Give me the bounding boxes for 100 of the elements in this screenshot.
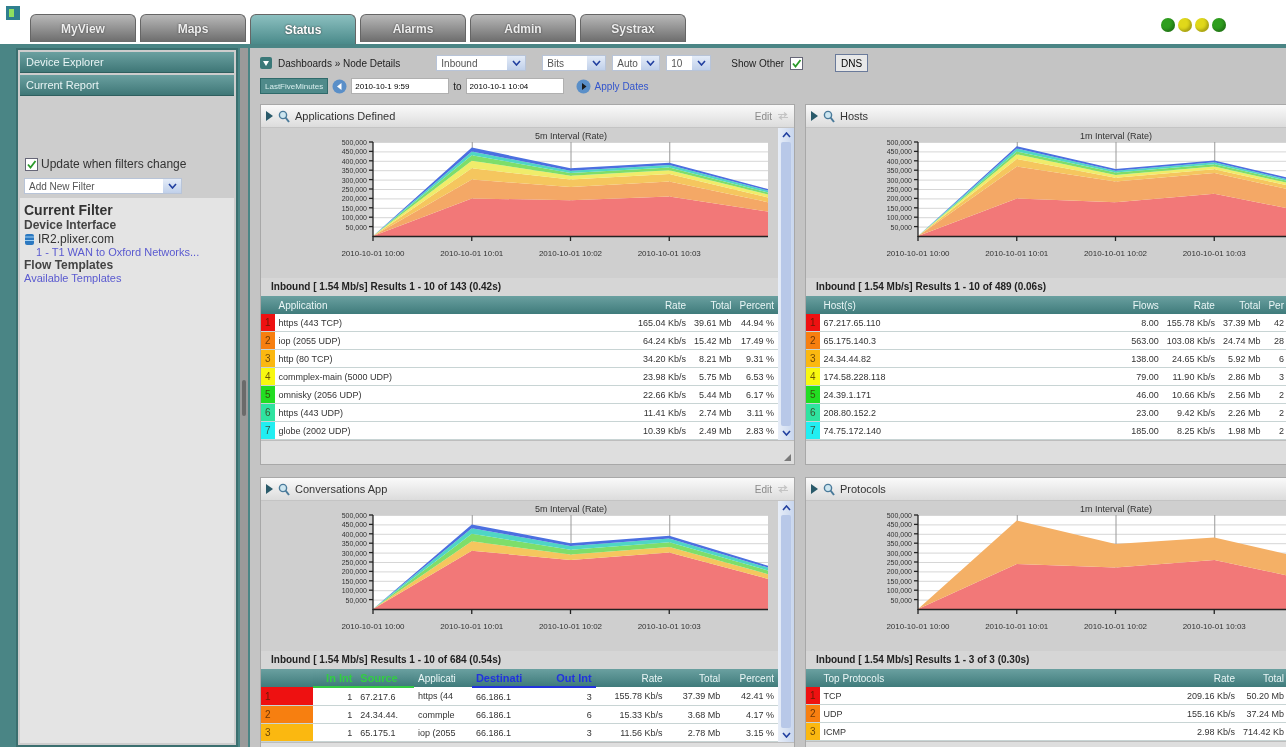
dropdown[interactable]: Inbound — [436, 55, 527, 71]
column-header[interactable]: Total — [690, 296, 736, 314]
column-header[interactable]: Per — [1264, 296, 1286, 314]
results-summary: Inbound [ 1.54 Mb/s] Results 1 - 10 of 684 (0.54s) — [270, 653, 503, 667]
table-cell: 2 — [1264, 403, 1286, 422]
axis-label: 2010-10-01 10:00 — [341, 622, 405, 631]
table-cell: commple — [413, 705, 472, 724]
table-cell: ICMP — [819, 722, 1183, 741]
templates-link[interactable]: Available Templates — [24, 272, 122, 284]
tab[interactable]: Maps — [140, 14, 246, 42]
filter-title: Current Filter — [24, 202, 114, 218]
dropdown[interactable]: Auto — [612, 55, 661, 71]
column-header[interactable]: Rate — [633, 296, 690, 314]
dropdown[interactable]: 10 — [666, 55, 712, 71]
date-field[interactable]: 2010-10-1 10:04 — [465, 78, 564, 94]
panel-title: Conversations App — [295, 483, 388, 495]
table-cell: 5.75 Mb — [690, 367, 736, 386]
table-cell: 11.90 Kb/s — [1162, 367, 1219, 386]
rank-cell: 1 — [806, 687, 820, 705]
axis-label: 2010-10-01 10:02 — [1083, 622, 1148, 631]
date-field[interactable]: 2010-10-1 9:59 — [351, 78, 450, 94]
table-cell: omnisky (2056 UDP) — [274, 385, 634, 404]
table-cell: 155.78 Kb/s — [1162, 314, 1219, 332]
table-cell: 24.65 Kb/s — [1162, 349, 1219, 368]
table-cell: 67.217.65.110 — [819, 314, 1128, 332]
tab[interactable]: Status — [250, 14, 356, 44]
rank-cell: 1 — [806, 314, 820, 332]
filter-heading: Flow Templates — [24, 258, 115, 272]
table-cell: 2.78 Mb — [666, 723, 725, 742]
column-header[interactable]: Top Protocols — [819, 669, 1183, 687]
column-header[interactable]: Out Int — [540, 669, 596, 687]
checkbox-label: Update when filters change — [41, 157, 187, 171]
column-header[interactable]: Total — [1218, 296, 1265, 314]
panel-title: Protocols — [840, 483, 886, 495]
column-header[interactable]: Source — [356, 669, 414, 687]
axis-label: 2010-10-01 10:03 — [1182, 622, 1246, 631]
table-cell: 208.80.152.2 — [819, 403, 1128, 422]
rank-cell: 1 — [261, 687, 313, 706]
table-cell: 714.42 Kb — [1238, 722, 1286, 741]
column-header[interactable]: Rate — [1182, 669, 1239, 687]
breadcrumb: Dashboards » Node Details — [278, 57, 401, 69]
tab[interactable]: Systrax — [580, 14, 686, 42]
column-header[interactable]: Application — [274, 296, 634, 314]
section-header[interactable]: Device Explorer — [20, 52, 234, 73]
table-cell: 8.21 Mb — [690, 349, 736, 368]
table-cell: 10.66 Kb/s — [1162, 385, 1219, 404]
column-header[interactable]: Percent — [724, 669, 778, 687]
edit-label[interactable]: Edit — [754, 483, 772, 495]
section-header[interactable]: Current Report — [20, 75, 234, 96]
table-cell: 6 — [540, 705, 596, 724]
column-header[interactable]: Total — [666, 669, 725, 687]
column-header[interactable]: Destinati — [471, 669, 541, 687]
column-header[interactable]: Rate — [595, 669, 667, 687]
table-cell: 8.00 — [1127, 314, 1163, 332]
filter-dropdown[interactable]: Add New Filter — [24, 178, 182, 194]
column-header[interactable]: Total — [1238, 669, 1286, 687]
table-cell: 1 — [313, 723, 357, 742]
column-header[interactable]: Percent — [735, 296, 778, 314]
table-cell: 2.26 Mb — [1218, 403, 1265, 422]
tab[interactable]: Admin — [470, 14, 576, 42]
table-cell: 165.04 Kb/s — [633, 314, 690, 332]
column-header[interactable]: In Int — [313, 669, 357, 687]
table-cell: https (443 UDP) — [274, 403, 634, 422]
table-cell: 2.49 Mb — [690, 421, 736, 440]
axis-label: 2010-10-01 10:01 — [440, 249, 504, 258]
range-button[interactable]: LastFiveMinutes — [260, 78, 329, 94]
column-header[interactable]: Host(s) — [819, 296, 1128, 314]
axis-label: 2010-10-01 10:02 — [538, 249, 603, 258]
axis-label: 2010-10-01 10:00 — [886, 249, 950, 258]
dropdown[interactable]: Bits — [542, 55, 607, 71]
table-cell: UDP — [819, 704, 1183, 723]
table-cell: 563.00 — [1127, 331, 1163, 350]
table-cell: globe (2002 UDP) — [274, 421, 634, 440]
panel-title: Applications Defined — [295, 110, 396, 122]
table-cell: 3.68 Mb — [666, 705, 725, 724]
table-cell: 22.66 Kb/s — [633, 385, 690, 404]
column-header[interactable]: Rate — [1162, 296, 1219, 314]
axis-label: 2010-10-01 10:00 — [886, 622, 950, 631]
dns-button[interactable]: DNS — [835, 54, 869, 72]
axis-label: 2010-10-01 10:03 — [637, 622, 701, 631]
tab[interactable]: MyView — [30, 14, 136, 42]
column-header[interactable]: Flows — [1127, 296, 1163, 314]
table-cell: 185.00 — [1127, 421, 1163, 440]
table-cell: 15.33 Kb/s — [595, 705, 667, 724]
table-cell: 2 — [1264, 385, 1286, 404]
table-cell: 3 — [540, 723, 596, 742]
interface-link[interactable]: 1 - T1 WAN to Oxford Networks... — [36, 246, 200, 258]
table-cell: 155.16 Kb/s — [1182, 704, 1239, 723]
axis-label: 2010-10-01 10:01 — [985, 622, 1049, 631]
filter-heading: Device Interface — [24, 218, 118, 232]
tab[interactable]: Alarms — [360, 14, 466, 42]
axis-label: 2010-10-01 10:01 — [985, 249, 1049, 258]
apply-link[interactable]: Apply Dates — [594, 80, 649, 92]
table-cell: 46.00 — [1127, 385, 1163, 404]
column-header[interactable]: Applicati — [413, 669, 472, 687]
device-name: IR2.plixer.com — [38, 232, 115, 246]
panel-title: Hosts — [840, 110, 869, 122]
table-cell: http (80 TCP) — [274, 349, 634, 368]
rank-cell: 1 — [261, 314, 275, 332]
edit-label[interactable]: Edit — [754, 110, 772, 122]
